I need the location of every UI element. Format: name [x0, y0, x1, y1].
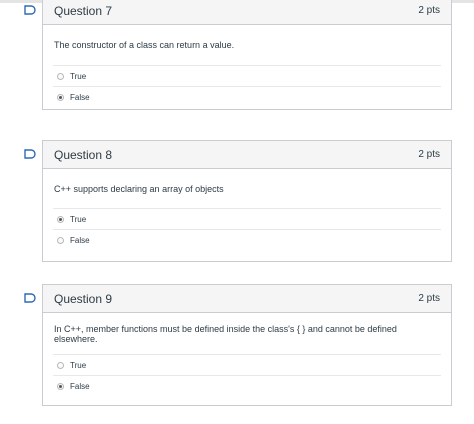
answer-label: True	[70, 360, 87, 370]
radio-button[interactable]	[57, 361, 64, 369]
question-header: Question 7 2 pts	[43, 0, 451, 25]
answer-true[interactable]: True	[53, 65, 441, 86]
answer-list: True False	[43, 208, 451, 250]
radio-button[interactable]	[57, 236, 64, 244]
answer-false[interactable]: False	[53, 86, 441, 107]
answer-list: True False	[43, 65, 451, 107]
radio-button[interactable]	[57, 72, 64, 80]
radio-button-selected[interactable]	[57, 93, 64, 101]
question-points: 2 pts	[418, 5, 440, 16]
question-points: 2 pts	[418, 293, 440, 304]
question-text: C++ supports declaring an array of objec…	[54, 183, 224, 194]
answer-label: True	[70, 214, 87, 224]
answer-true[interactable]: True	[53, 208, 441, 229]
question-title: Question 7	[54, 3, 113, 18]
question-8: Question 8 2 pts C++ supports declaring …	[42, 140, 452, 262]
answer-true[interactable]: True	[53, 354, 441, 375]
radio-button-selected[interactable]	[57, 215, 64, 223]
answer-label: False	[70, 381, 90, 391]
quiz-page: Question 7 2 pts The constructor of a cl…	[0, 0, 474, 424]
question-title: Question 8	[54, 147, 113, 162]
flag-question-icon[interactable]	[24, 5, 36, 15]
flag-question-icon[interactable]	[24, 149, 36, 159]
answer-label: True	[70, 71, 87, 81]
question-7: Question 7 2 pts The constructor of a cl…	[42, 0, 452, 110]
question-title: Question 9	[54, 291, 113, 306]
question-header: Question 8 2 pts	[43, 141, 451, 169]
flag-question-icon[interactable]	[24, 293, 36, 303]
question-text: In C++, member functions must be defined…	[54, 323, 397, 344]
answer-label: False	[70, 235, 90, 245]
question-header: Question 9 2 pts	[43, 285, 451, 313]
question-text: The constructor of a class can return a …	[54, 40, 235, 50]
answer-false[interactable]: False	[53, 375, 441, 396]
question-9: Question 9 2 pts In C++, member function…	[42, 284, 452, 406]
question-points: 2 pts	[418, 149, 440, 160]
answer-label: False	[70, 92, 90, 102]
answer-false[interactable]: False	[53, 229, 441, 250]
answer-list: True False	[43, 354, 451, 396]
radio-button-selected[interactable]	[57, 382, 64, 390]
